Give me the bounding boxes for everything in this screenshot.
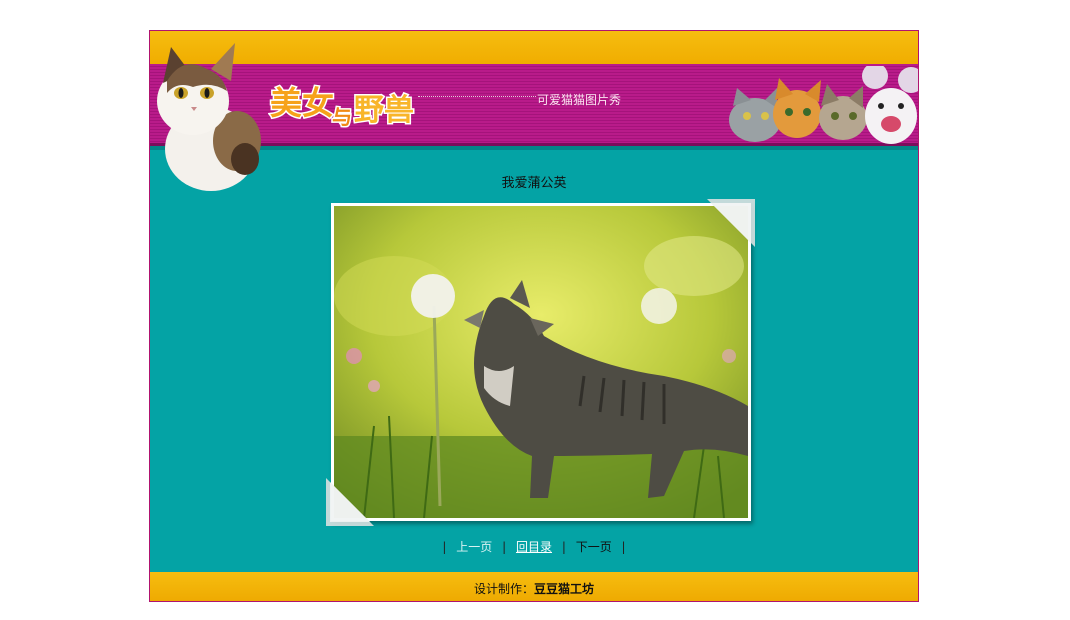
svg-text:野: 野: [354, 93, 384, 128]
next-page-link[interactable]: 下一页: [576, 538, 612, 555]
svg-text:与: 与: [332, 105, 352, 129]
kitten-dandelion-photo: [334, 206, 748, 518]
calico-cat-mascot-icon: [157, 43, 261, 191]
slogan-dots: [418, 96, 536, 97]
header-top-band: [150, 31, 918, 64]
photo-corner-tab: [326, 478, 374, 526]
cats-and-mouse-icon: [729, 66, 918, 144]
pager-separator: |: [502, 540, 507, 554]
footer: 设计制作：豆豆猫工坊: [150, 570, 918, 601]
table-of-contents-link[interactable]: 回目录: [516, 538, 552, 555]
photo-corner-tab: [707, 199, 755, 247]
header-slogan: 可爱猫猫图片秀: [537, 93, 622, 107]
pager-separator: |: [561, 540, 566, 554]
photo-title: 我爱蒲公英: [501, 176, 567, 191]
pager-separator: |: [621, 540, 626, 554]
svg-text:女: 女: [302, 84, 334, 122]
footer-author: 豆豆猫工坊: [534, 582, 595, 596]
svg-text:兽: 兽: [384, 93, 414, 128]
prev-page-link: 上一页: [456, 540, 493, 554]
photo-frame: [326, 199, 755, 526]
svg-text:美: 美: [270, 84, 302, 122]
site-logo: 美 女 与 野 兽: [269, 83, 416, 131]
footer-label: 设计制作：: [473, 582, 534, 596]
pager-separator: |: [442, 540, 447, 554]
header-shadow: [150, 146, 918, 150]
page-frame: 美 女 与 野 兽 可爱猫猫图片秀 我爱蒲公英 | 上一页 | 回目录 | 下一…: [149, 30, 919, 602]
footer-credits: 设计制作：豆豆猫工坊: [150, 580, 918, 597]
pager: | 上一页 | 回目录 | 下一页 |: [150, 538, 918, 555]
